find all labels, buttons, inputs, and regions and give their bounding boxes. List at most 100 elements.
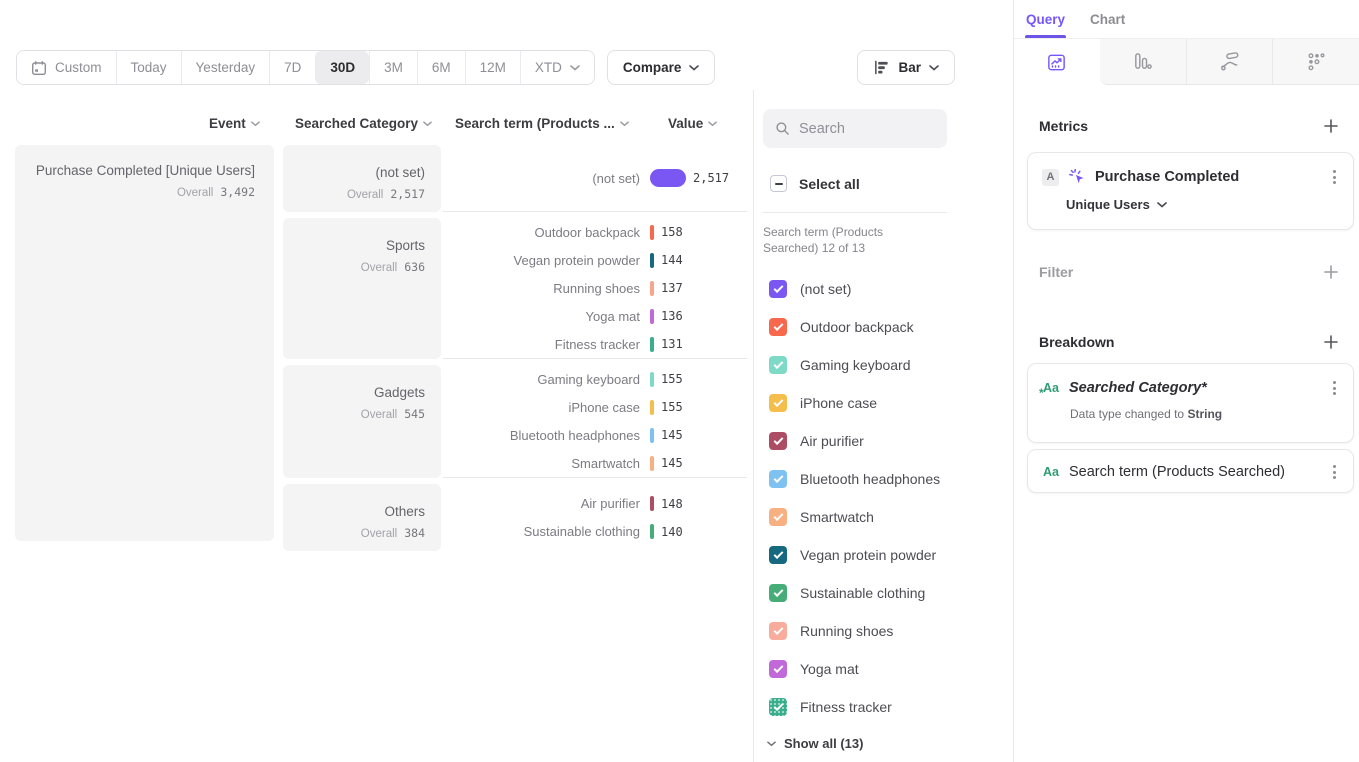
breakdown-card-searched-category[interactable]: Searched Category* Data type changed to … bbox=[1027, 363, 1354, 443]
date-range-button[interactable]: 30D bbox=[315, 51, 369, 84]
report-tab-insights[interactable] bbox=[1014, 39, 1100, 85]
select-all-label: Select all bbox=[799, 176, 860, 192]
category-cell[interactable]: (not set) Overall 2,517 bbox=[283, 145, 441, 212]
chart-type-button[interactable]: Bar bbox=[857, 50, 955, 85]
date-range-custom-button[interactable]: Custom bbox=[17, 51, 116, 84]
legend-item[interactable]: Smartwatch bbox=[769, 508, 1003, 526]
date-range-button[interactable]: 7D bbox=[269, 51, 315, 84]
add-breakdown-button[interactable] bbox=[1323, 334, 1339, 350]
breakdown-menu-button[interactable] bbox=[1330, 378, 1339, 398]
value-bar[interactable] bbox=[650, 169, 686, 187]
category-group: (not set) Overall 2,517 (not set) bbox=[283, 145, 747, 212]
date-range-button[interactable]: 6M bbox=[417, 51, 465, 84]
legend-item-label: Sustainable clothing bbox=[800, 585, 925, 601]
aggregation-dropdown[interactable]: Unique Users bbox=[1066, 197, 1167, 212]
date-range-xtd-button[interactable]: XTD bbox=[520, 51, 594, 84]
legend-item[interactable]: Outdoor backpack bbox=[769, 318, 1003, 336]
value-bar[interactable] bbox=[650, 225, 654, 240]
show-all-toggle[interactable]: Show all (13) bbox=[767, 736, 1003, 751]
column-header-category[interactable]: Searched Category bbox=[295, 116, 432, 131]
report-tab-flows[interactable] bbox=[1186, 39, 1273, 85]
legend-item[interactable]: Fitness tracker bbox=[769, 698, 1003, 716]
calendar-icon bbox=[31, 60, 47, 76]
series-checkbox[interactable] bbox=[769, 546, 787, 564]
value-bar[interactable] bbox=[650, 428, 654, 443]
series-checkbox[interactable] bbox=[769, 318, 787, 336]
series-checkbox[interactable] bbox=[769, 432, 787, 450]
flows-icon bbox=[1219, 51, 1240, 72]
compare-button[interactable]: Compare bbox=[607, 50, 716, 85]
legend-search bbox=[763, 109, 947, 148]
series-checkbox[interactable] bbox=[769, 660, 787, 678]
chevron-down-icon bbox=[251, 121, 260, 127]
check-icon bbox=[773, 511, 783, 521]
legend-item[interactable]: Yoga mat bbox=[769, 660, 1003, 678]
add-filter-button[interactable] bbox=[1323, 264, 1339, 280]
category-name: Gadgets bbox=[293, 385, 425, 402]
legend-item[interactable]: Vegan protein powder bbox=[769, 546, 1003, 564]
overall-label: Overall bbox=[361, 528, 397, 540]
report-tab-funnels[interactable] bbox=[1100, 39, 1186, 85]
series-checkbox[interactable] bbox=[769, 356, 787, 374]
search-icon bbox=[775, 121, 790, 136]
series-checkbox[interactable] bbox=[769, 622, 787, 640]
series-checkbox[interactable] bbox=[769, 470, 787, 488]
legend-item[interactable]: Sustainable clothing bbox=[769, 584, 1003, 602]
series-checkbox[interactable] bbox=[769, 280, 787, 298]
search-term-label: iPhone case bbox=[443, 400, 650, 415]
breakdown-card-search-term[interactable]: Search term (Products Searched) bbox=[1027, 449, 1354, 493]
series-checkbox[interactable] bbox=[769, 508, 787, 526]
legend-item[interactable]: Gaming keyboard bbox=[769, 356, 1003, 374]
legend-item[interactable]: Air purifier bbox=[769, 432, 1003, 450]
category-name: (not set) bbox=[293, 165, 425, 182]
series-checkbox[interactable] bbox=[769, 584, 787, 602]
metric-event-name: Purchase Completed bbox=[1095, 169, 1321, 185]
data-type-note: Data type changed to bbox=[1070, 407, 1184, 421]
check-icon bbox=[773, 321, 783, 331]
date-range-button[interactable]: Yesterday bbox=[181, 51, 270, 84]
search-term-label: Gaming keyboard bbox=[443, 372, 650, 387]
metric-card[interactable]: A Purchase Completed Unique Users bbox=[1027, 152, 1354, 230]
add-metric-button[interactable] bbox=[1323, 118, 1339, 134]
breakdown-menu-button[interactable] bbox=[1330, 462, 1339, 482]
event-column: Purchase Completed [Unique Users] Overal… bbox=[15, 145, 274, 557]
date-range-button[interactable]: Today bbox=[116, 51, 181, 84]
value-bar[interactable] bbox=[650, 372, 654, 387]
report-tab-retention[interactable] bbox=[1272, 39, 1359, 85]
tab-query[interactable]: Query bbox=[1026, 12, 1065, 39]
category-cell[interactable]: Others Overall 384 bbox=[283, 484, 441, 551]
legend-item[interactable]: Bluetooth headphones bbox=[769, 470, 1003, 488]
value-bar[interactable] bbox=[650, 400, 654, 415]
event-cell[interactable]: Purchase Completed [Unique Users] Overal… bbox=[15, 145, 274, 541]
series-checkbox[interactable] bbox=[769, 394, 787, 412]
date-range-button[interactable]: 12M bbox=[465, 51, 520, 84]
breakdown-heading: Breakdown bbox=[1039, 334, 1114, 350]
overall-label: Overall bbox=[177, 187, 213, 199]
select-all-row[interactable]: Select all bbox=[770, 175, 1003, 192]
legend-item[interactable]: Running shoes bbox=[769, 622, 1003, 640]
value-bar[interactable] bbox=[650, 456, 654, 471]
legend-item[interactable]: iPhone case bbox=[769, 394, 1003, 412]
column-header-event[interactable]: Event bbox=[209, 116, 260, 131]
search-term-label: Smartwatch bbox=[443, 456, 650, 471]
value-bar[interactable] bbox=[650, 281, 654, 296]
funnels-icon bbox=[1132, 51, 1153, 72]
legend-item[interactable]: (not set) bbox=[769, 280, 1003, 298]
value-bar[interactable] bbox=[650, 496, 654, 511]
value-bar[interactable] bbox=[650, 309, 654, 324]
tab-chart[interactable]: Chart bbox=[1090, 12, 1125, 39]
series-checkbox[interactable] bbox=[769, 698, 787, 716]
value-bar[interactable] bbox=[650, 524, 654, 539]
metric-menu-button[interactable] bbox=[1330, 167, 1339, 187]
value-bar[interactable] bbox=[650, 253, 654, 268]
category-cell[interactable]: Sports Overall 636 bbox=[283, 218, 441, 359]
date-range-button[interactable]: 3M bbox=[369, 51, 417, 84]
column-header-search-term[interactable]: Search term (Products ... bbox=[455, 116, 629, 131]
search-input[interactable] bbox=[799, 121, 935, 137]
value-bar[interactable] bbox=[650, 337, 654, 352]
select-all-checkbox[interactable] bbox=[770, 175, 787, 192]
category-cell[interactable]: Gadgets Overall 545 bbox=[283, 365, 441, 478]
search-term-label: Fitness tracker bbox=[443, 337, 650, 352]
value-text: 148 bbox=[661, 497, 683, 511]
column-header-value[interactable]: Value bbox=[668, 116, 717, 131]
